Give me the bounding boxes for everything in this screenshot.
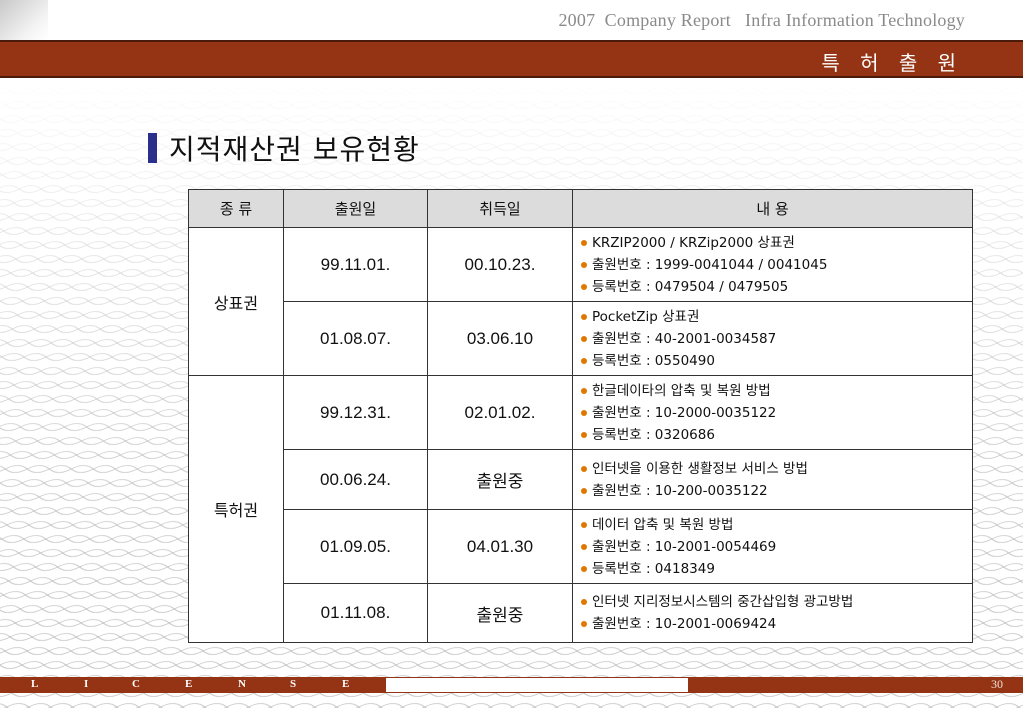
- bullet-icon: [581, 621, 587, 627]
- bullet-icon: [581, 357, 587, 364]
- filed-date: 01.08.07.: [283, 301, 428, 376]
- report-title: 2007 Company Report Infra Information Te…: [558, 10, 965, 30]
- content-line: KRZIP2000 / KRZip2000 상표권: [592, 234, 795, 251]
- footer-letter: L: [31, 678, 39, 690]
- bullet-icon: [581, 261, 587, 268]
- bullet-icon: [581, 543, 587, 550]
- content-line: 인터넷을 이용한 생활정보 서비스 방법: [592, 460, 808, 477]
- acquired-date: 00.10.23.: [427, 227, 573, 302]
- section-band: 특 허 출 원: [0, 40, 1023, 78]
- footer-white-bar: [386, 678, 688, 692]
- content-line: 등록번호 : 0320686: [592, 426, 715, 443]
- page-title: 지적재산권 보유현황: [169, 133, 420, 166]
- corner-decoration: [0, 0, 48, 40]
- content-cell: 데이터 압축 및 복원 방법 출원번호 : 10-2001-0054469 등록…: [572, 509, 973, 584]
- content-line: 출원번호 : 10-2001-0054469: [592, 538, 777, 555]
- bullet-icon: [581, 387, 587, 394]
- filed-date: 01.09.05.: [283, 509, 428, 584]
- column-header-content: 내 용: [572, 189, 973, 228]
- table-row: 01.11.08. 출원중 인터넷 지리정보시스템의 중간삽입형 광고방법 출원…: [189, 583, 973, 643]
- section-label: 특 허 출 원: [821, 51, 963, 75]
- bullet-icon: [581, 599, 587, 605]
- footer-letter: I: [84, 678, 89, 690]
- filed-date: 99.11.01.: [283, 227, 428, 302]
- table-row: 01.08.07. 03.06.10 PocketZip 상표권 출원번호 : …: [189, 301, 973, 376]
- footer-letter: C: [132, 678, 140, 690]
- content-cell: 인터넷을 이용한 생활정보 서비스 방법 출원번호 : 10-200-00351…: [572, 449, 973, 510]
- ip-holdings-table: 종 류 출원일 취득일 내 용 상표권 99.11.01. 00.10.23. …: [188, 189, 973, 643]
- content-line: PocketZip 상표권: [592, 308, 700, 325]
- content-line: 출원번호 : 10-2001-0069424: [592, 616, 777, 632]
- content-line: 등록번호 : 0550490: [592, 352, 715, 369]
- column-header-filed: 출원일: [283, 189, 428, 228]
- filed-date: 99.12.31.: [283, 375, 428, 450]
- table-header-row: 종 류 출원일 취득일 내 용: [188, 189, 973, 228]
- content-line: 출원번호 : 40-2001-0034587: [592, 330, 777, 347]
- content-line: 인터넷 지리정보시스템의 중간삽입형 광고방법: [592, 594, 854, 610]
- column-header-type: 종 류: [188, 189, 284, 228]
- content-line: 출원번호 : 1999-0041044 / 0041045: [592, 256, 828, 273]
- page-number: 30: [991, 677, 1003, 691]
- acquired-date: 출원중: [427, 583, 573, 643]
- table-row: 00.06.24. 출원중 인터넷을 이용한 생활정보 서비스 방법 출원번호 …: [189, 449, 973, 510]
- bullet-icon: [581, 409, 587, 416]
- acquired-date: 02.01.02.: [427, 375, 573, 450]
- bullet-icon: [581, 283, 587, 290]
- footer-license-letters: L I C E N S E: [0, 677, 386, 693]
- category-cell: 특허권: [188, 375, 284, 643]
- footer-band: L I C E N S E 30: [0, 677, 1023, 693]
- acquired-date: 04.01.30: [427, 509, 573, 584]
- content-cell: 한글데이타의 압축 및 복원 방법 출원번호 : 10-2000-0035122…: [572, 375, 973, 450]
- content-line: 한글데이타의 압축 및 복원 방법: [592, 382, 771, 399]
- table-row: 특허권 99.12.31. 02.01.02. 한글데이타의 압축 및 복원 방…: [188, 375, 973, 643]
- footer-letter: N: [238, 678, 246, 690]
- content-line: 데이터 압축 및 복원 방법: [592, 516, 734, 533]
- filed-date: 00.06.24.: [283, 449, 428, 510]
- bullet-icon: [581, 431, 587, 438]
- bullet-icon: [581, 487, 587, 494]
- column-header-acquired: 취득일: [427, 189, 573, 228]
- bullet-icon: [581, 239, 587, 246]
- footer-letter: S: [290, 678, 297, 690]
- category-cell: 상표권: [188, 227, 284, 376]
- content-cell: PocketZip 상표권 출원번호 : 40-2001-0034587 등록번…: [572, 301, 973, 376]
- footer-letter: E: [185, 678, 193, 690]
- bullet-icon: [581, 465, 587, 472]
- footer-letter: E: [342, 678, 350, 690]
- bullet-icon: [581, 313, 587, 320]
- content-line: 등록번호 : 0418349: [592, 560, 715, 577]
- table-row: 상표권 99.11.01. 00.10.23. KRZIP2000 / KRZi…: [188, 227, 973, 376]
- table-row: 01.09.05. 04.01.30 데이터 압축 및 복원 방법 출원번호 :…: [189, 509, 973, 584]
- bullet-icon: [581, 335, 587, 342]
- filed-date: 01.11.08.: [283, 583, 428, 643]
- heading-marker: [148, 133, 157, 163]
- bullet-icon: [581, 565, 587, 572]
- acquired-date: 출원중: [427, 449, 573, 510]
- bullet-icon: [581, 521, 587, 528]
- page-heading: 지적재산권 보유현황: [148, 128, 420, 168]
- content-line: 등록번호 : 0479504 / 0479505: [592, 278, 789, 295]
- content-cell: 인터넷 지리정보시스템의 중간삽입형 광고방법 출원번호 : 10-2001-0…: [572, 583, 973, 643]
- acquired-date: 03.06.10: [427, 301, 573, 376]
- content-line: 출원번호 : 10-2000-0035122: [592, 404, 777, 421]
- content-cell: KRZIP2000 / KRZip2000 상표권 출원번호 : 1999-00…: [572, 227, 973, 302]
- content-line: 출원번호 : 10-200-0035122: [592, 482, 768, 499]
